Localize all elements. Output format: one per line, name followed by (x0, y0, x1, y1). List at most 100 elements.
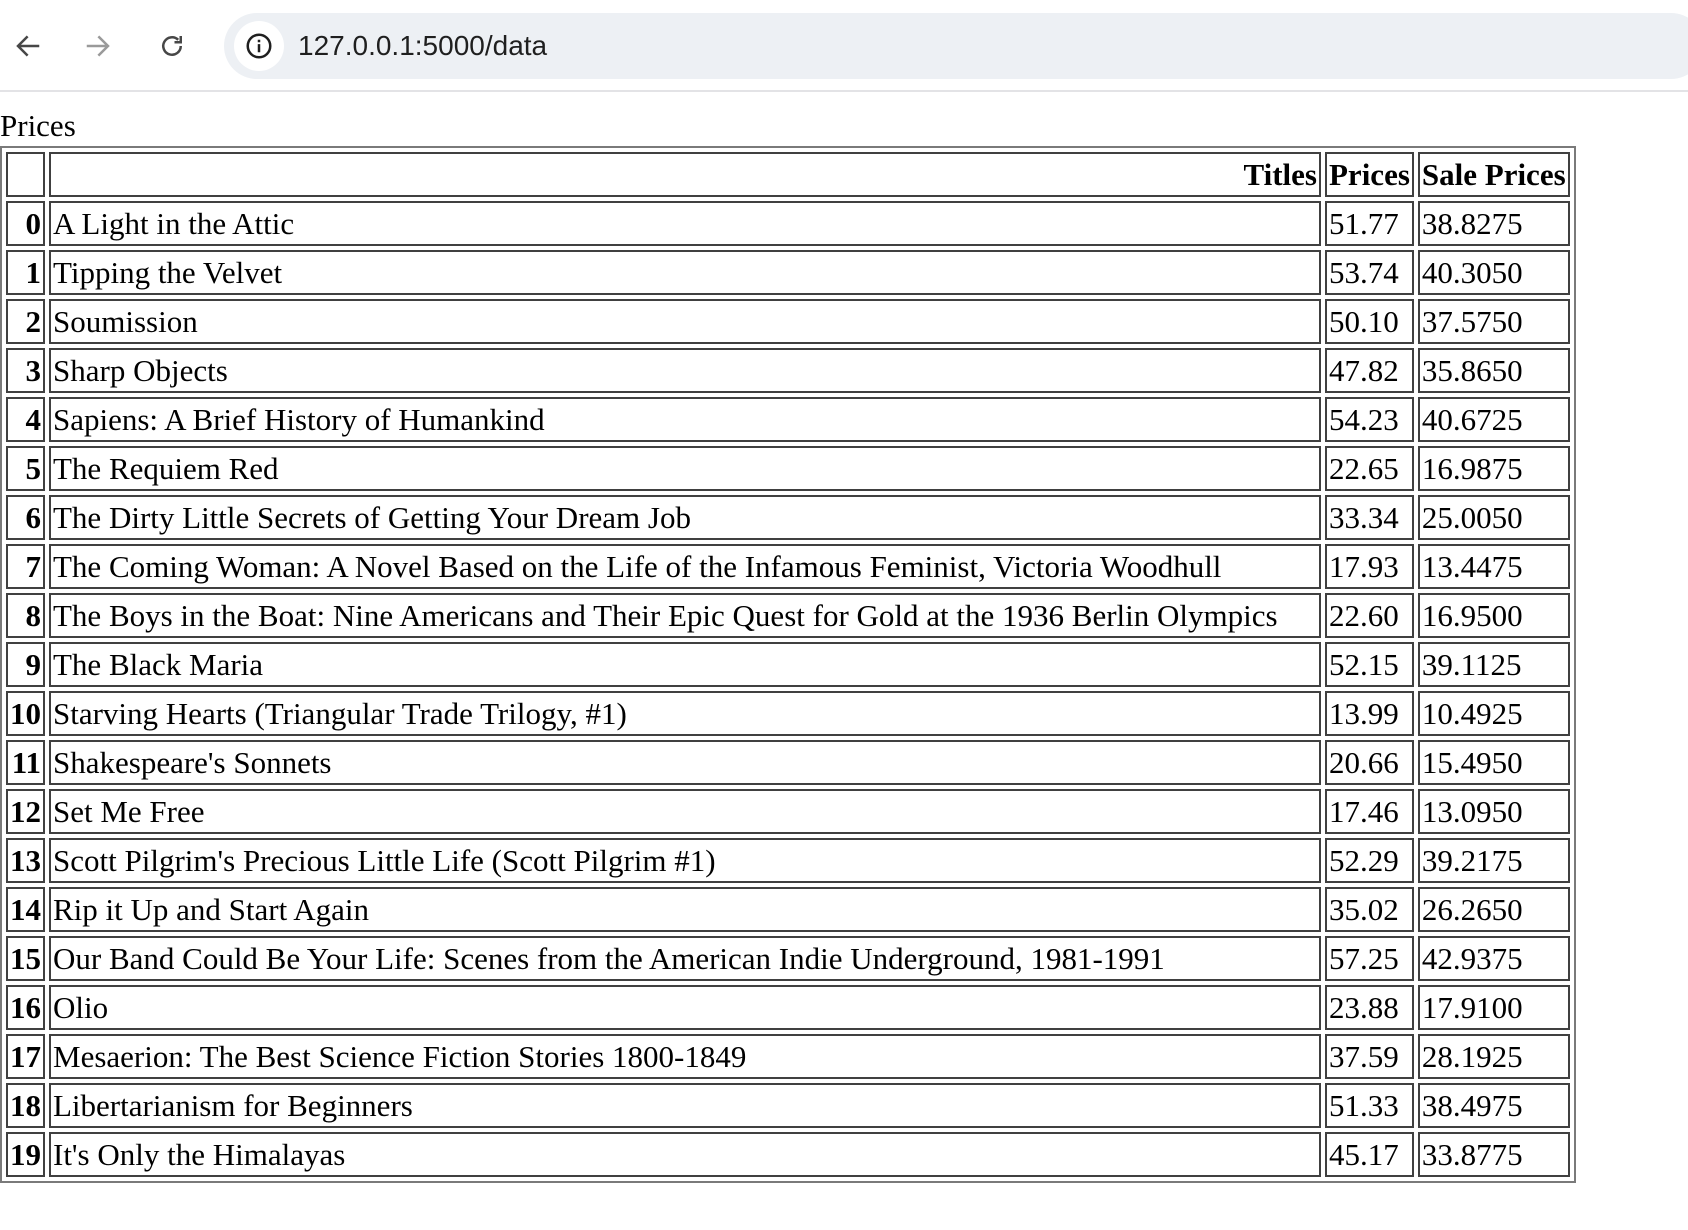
row-index: 2 (6, 299, 45, 344)
row-index: 12 (6, 789, 45, 834)
prices-table: Titles Prices Sale Prices 0A Light in th… (0, 146, 1576, 1183)
forward-button[interactable] (74, 22, 122, 70)
title-cell: A Light in the Attic (49, 201, 1321, 246)
sale-price-cell: 37.5750 (1417, 299, 1570, 344)
url-text[interactable]: 127.0.0.1:5000/data (298, 13, 547, 79)
row-index: 17 (6, 1034, 45, 1079)
price-cell: 17.93 (1325, 544, 1414, 589)
back-button[interactable] (4, 22, 52, 70)
price-cell: 22.65 (1325, 446, 1414, 491)
sale-price-cell: 26.2650 (1417, 887, 1570, 932)
table-row: 12 Set Me Free 17.46 13.0950 (6, 789, 1570, 834)
title-cell: The Black Maria (49, 642, 1321, 687)
title-cell: Shakespeare's Sonnets (49, 740, 1321, 785)
index-column-header (6, 152, 45, 197)
row-index: 1 (6, 250, 45, 295)
sale-price-cell: 13.0950 (1417, 789, 1570, 834)
table-row: 18 Libertarianism for Beginners 51.33 38.49… (6, 1083, 1570, 1128)
table-header-row: Titles Prices Sale Prices (6, 152, 1570, 197)
title-cell: The Dirty Little Secrets of Getting Your… (49, 495, 1321, 540)
price-cell: 13.99 (1325, 691, 1414, 736)
price-cell: 22.60 (1325, 593, 1414, 638)
row-index: 6 (6, 495, 45, 540)
table-row: 5 The Requiem Red 22.65 16.9875 (6, 446, 1570, 491)
sale-price-cell: 16.9875 (1417, 446, 1570, 491)
prices-column-header: Prices (1325, 152, 1414, 197)
table-row: 11 Shakespeare's Sonnets 20.66 15.4950 (6, 740, 1570, 785)
title-cell: Olio (49, 985, 1321, 1030)
sale-price-cell: 25.0050 (1417, 495, 1570, 540)
row-index: 3 (6, 348, 45, 393)
arrow-right-icon (86, 35, 110, 57)
sale-price-cell: 33.8775 (1417, 1132, 1570, 1177)
sale-price-cell: 39.1125 (1417, 642, 1570, 687)
sale-price-cell: 39.2175 (1417, 838, 1570, 883)
table-row: 15 Our Band Could Be Your Life: Scenes fr… (6, 936, 1570, 981)
row-index: 5 (6, 446, 45, 491)
table-row: 16 Olio 23.88 17.9100 (6, 985, 1570, 1030)
price-cell: 51.77 (1325, 201, 1414, 246)
sale-price-cell: 28.1925 (1417, 1034, 1570, 1079)
table-row: 1 Tipping the Velvet 53.74 40.3050 (6, 250, 1570, 295)
site-info-button[interactable] (234, 21, 284, 71)
titles-column-header: Titles (49, 152, 1321, 197)
info-circle-icon (246, 33, 272, 59)
table-row: 2 Soumission 50.10 37.5750 (6, 299, 1570, 344)
price-cell: 51.33 (1325, 1083, 1414, 1128)
row-index: 18 (6, 1083, 45, 1128)
reload-button[interactable] (148, 22, 196, 70)
title-cell: The Coming Woman: A Novel Based on the L… (49, 544, 1321, 589)
sale-price-cell: 13.4475 (1417, 544, 1570, 589)
row-index: 16 (6, 985, 45, 1030)
table-row: 19 It's Only the Himalayas 45.17 33.8775 (6, 1132, 1570, 1177)
title-cell: Sharp Objects (49, 348, 1321, 393)
price-cell: 17.46 (1325, 789, 1414, 834)
page-content: Prices Titles Prices Sale Prices 0A Ligh… (0, 106, 1688, 1183)
title-cell: Soumission (49, 299, 1321, 344)
sale-price-cell: 10.4925 (1417, 691, 1570, 736)
title-cell: Set Me Free (49, 789, 1321, 834)
title-cell: Starving Hearts (Triangular Trade Trilog… (49, 691, 1321, 736)
title-cell: Our Band Could Be Your Life: Scenes from… (49, 936, 1321, 981)
price-cell: 45.17 (1325, 1132, 1414, 1177)
row-index: 4 (6, 397, 45, 442)
row-index: 0 (6, 201, 45, 246)
row-index: 9 (6, 642, 45, 687)
sale-prices-column-header: Sale Prices (1417, 152, 1570, 197)
table-row: 8 The Boys in the Boat: Nine Americans an… (6, 593, 1570, 638)
sale-price-cell: 35.8650 (1417, 348, 1570, 393)
title-cell: Libertarianism for Beginners (49, 1083, 1321, 1128)
price-cell: 47.82 (1325, 348, 1414, 393)
price-cell: 33.34 (1325, 495, 1414, 540)
sale-price-cell: 40.6725 (1417, 397, 1570, 442)
arrow-left-icon (16, 35, 40, 57)
reload-icon (162, 36, 182, 56)
price-cell: 52.29 (1325, 838, 1414, 883)
row-index: 8 (6, 593, 45, 638)
price-cell: 20.66 (1325, 740, 1414, 785)
sale-price-cell: 38.8275 (1417, 201, 1570, 246)
title-cell: Scott Pilgrim's Precious Little Life (Sc… (49, 838, 1321, 883)
row-index: 10 (6, 691, 45, 736)
row-index: 14 (6, 887, 45, 932)
price-cell: 54.23 (1325, 397, 1414, 442)
price-cell: 53.74 (1325, 250, 1414, 295)
table-row: 9 The Black Maria 52.15 39.1125 (6, 642, 1570, 687)
sale-price-cell: 40.3050 (1417, 250, 1570, 295)
title-cell: Sapiens: A Brief History of Humankind (49, 397, 1321, 442)
table-body: 0A Light in the Attic 51.77 38.8275 1 Tippin… (6, 201, 1570, 1177)
price-cell: 35.02 (1325, 887, 1414, 932)
browser-toolbar: 127.0.0.1:5000/data (0, 0, 1688, 92)
table-row: 3 Sharp Objects 47.82 35.8650 (6, 348, 1570, 393)
table-row: 7 The Coming Woman: A Novel Based on the … (6, 544, 1570, 589)
row-index: 19 (6, 1132, 45, 1177)
sale-price-cell: 42.9375 (1417, 936, 1570, 981)
address-bar[interactable]: 127.0.0.1:5000/data (224, 13, 1688, 79)
table-row: 17 Mesaerion: The Best Science Fiction St… (6, 1034, 1570, 1079)
row-index: 13 (6, 838, 45, 883)
title-cell: Tipping the Velvet (49, 250, 1321, 295)
title-cell: Rip it Up and Start Again (49, 887, 1321, 932)
title-cell: It's Only the Himalayas (49, 1132, 1321, 1177)
table-row: 14 Rip it Up and Start Again 35.02 26.2650 (6, 887, 1570, 932)
row-index: 11 (6, 740, 45, 785)
